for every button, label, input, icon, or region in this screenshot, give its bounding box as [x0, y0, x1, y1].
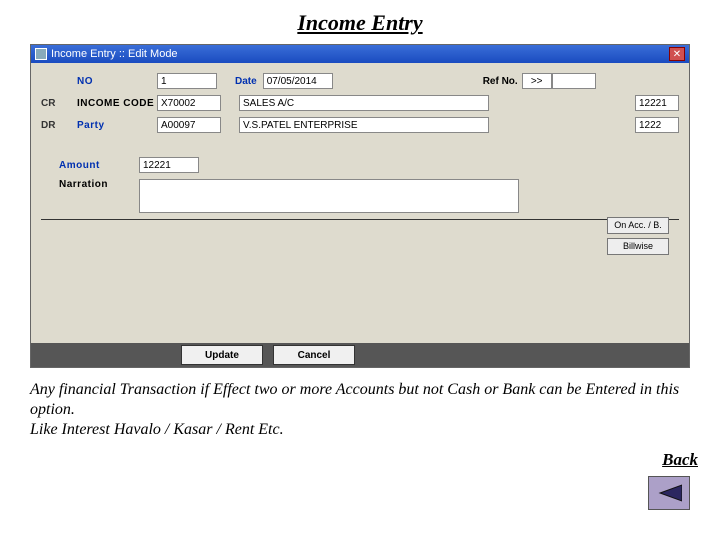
narration-field[interactable] — [139, 179, 519, 213]
page-title: Income Entry — [0, 0, 720, 40]
divider — [41, 219, 679, 220]
income-entry-window: Income Entry :: Edit Mode ✕ NO Date Ref … — [30, 44, 690, 368]
label-refno: Ref No. — [483, 76, 518, 87]
back-link[interactable]: Back — [0, 450, 698, 470]
form-area: NO Date Ref No. CR INCOME CODE DR Party — [31, 63, 689, 343]
party-code-field[interactable] — [157, 117, 221, 133]
close-icon[interactable]: ✕ — [669, 47, 685, 61]
refno-field[interactable] — [552, 73, 596, 89]
right-button-group: On Acc. / B. Billwise — [607, 217, 669, 255]
bottom-bar: Update Cancel — [31, 343, 689, 367]
label-cr: CR — [41, 98, 77, 109]
no-field[interactable] — [157, 73, 217, 89]
row-amount: Amount — [41, 157, 679, 173]
party-desc-field[interactable] — [239, 117, 489, 133]
app-icon — [35, 48, 47, 60]
back-arrow-icon[interactable] — [648, 476, 690, 510]
cancel-button[interactable]: Cancel — [273, 345, 355, 365]
income-desc-field[interactable] — [239, 95, 489, 111]
description-text: Any financial Transaction if Effect two … — [30, 380, 690, 440]
row-party: DR Party — [41, 117, 679, 133]
row-narration: Narration — [41, 179, 679, 213]
row-income: CR INCOME CODE — [41, 95, 679, 111]
amount-field[interactable] — [139, 157, 199, 173]
label-date: Date — [235, 76, 257, 87]
label-narration: Narration — [59, 179, 139, 190]
party-ref-field[interactable] — [635, 117, 679, 133]
refno-button-field[interactable] — [522, 73, 552, 89]
label-no: NO — [77, 76, 157, 87]
label-party: Party — [77, 120, 157, 131]
window-title: Income Entry :: Edit Mode — [51, 48, 178, 60]
update-button[interactable]: Update — [181, 345, 263, 365]
row-no: NO Date Ref No. — [41, 73, 679, 89]
billwise-button[interactable]: Billwise — [607, 238, 669, 255]
date-field[interactable] — [263, 73, 333, 89]
titlebar: Income Entry :: Edit Mode ✕ — [31, 45, 689, 63]
label-amount: Amount — [59, 160, 139, 171]
label-dr: DR — [41, 120, 77, 131]
income-ref-field[interactable] — [635, 95, 679, 111]
on-acc-button[interactable]: On Acc. / B. — [607, 217, 669, 234]
income-code-field[interactable] — [157, 95, 221, 111]
label-income-code: INCOME CODE — [77, 98, 157, 109]
